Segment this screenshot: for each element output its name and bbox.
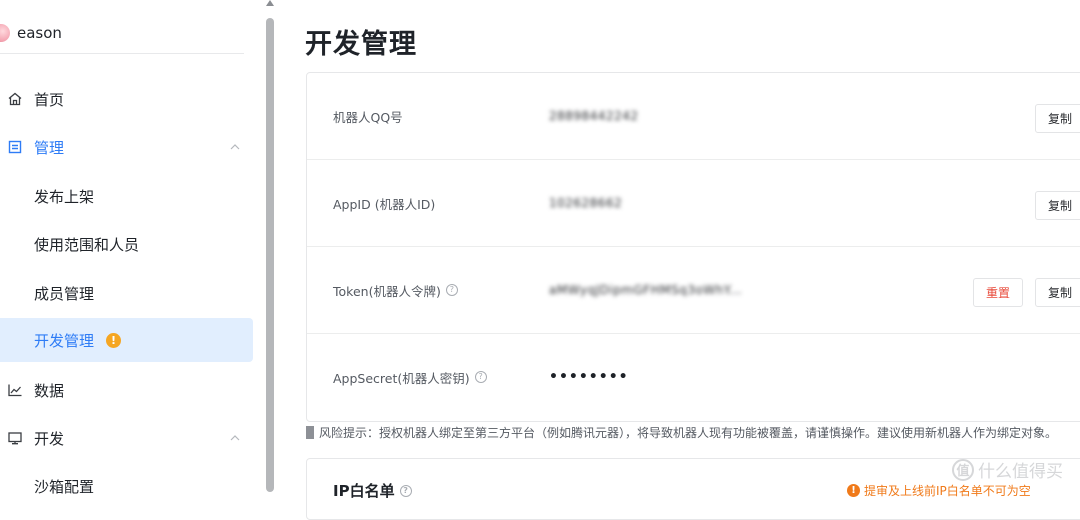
sidebar-item-dev-manage[interactable]: 开发管理 ! (0, 318, 253, 362)
sidebar-divider (0, 53, 244, 54)
ip-whitelist-title: IP白名单 ? (333, 480, 412, 501)
sidebar-item-develop[interactable]: 开发 (0, 416, 253, 460)
credential-value-masked: •••••••• (549, 369, 629, 385)
scroll-up-arrow-icon[interactable] (266, 0, 274, 6)
tip-bar-icon (306, 426, 314, 439)
copy-button[interactable]: 复制 (1035, 191, 1080, 220)
sidebar-item-home[interactable]: 首页 (0, 77, 253, 121)
credential-value: aMWyqJDipmGFHMSq3oWhY... (549, 283, 743, 297)
sidebar-item-label: 使用范围和人员 (34, 235, 140, 254)
credential-value: 28898442242 (549, 109, 639, 123)
credential-label: AppSecret(机器人密钥) ? (333, 334, 487, 420)
watermark-logo-icon: 值 (952, 458, 974, 481)
sidebar-item-label: 数据 (34, 381, 65, 400)
credential-label: Token(机器人令牌) ? (333, 247, 458, 333)
manage-icon (6, 138, 24, 156)
sidebar-item-sandbox[interactable]: 沙箱配置 (0, 464, 253, 508)
avatar[interactable] (0, 24, 10, 42)
sidebar-item-label: 首页 (34, 90, 65, 109)
sidebar-item-scope[interactable]: 使用范围和人员 (0, 222, 253, 266)
chart-icon (6, 381, 24, 399)
watermark-text: 什么值得买 (978, 462, 1063, 482)
credential-label: 机器人QQ号 (333, 109, 403, 125)
credential-row-appid: AppID (机器人ID) 102628662 复制 (307, 160, 1080, 246)
watermark: 值 什么值得买 (952, 457, 1063, 482)
credential-label: AppID (机器人ID) (333, 196, 436, 212)
credential-value: 102628662 (549, 196, 623, 210)
sidebar-item-label: 开发管理 (34, 331, 95, 350)
sidebar-item-publish[interactable]: 发布上架 (0, 174, 253, 218)
user-name[interactable]: eason (17, 24, 62, 42)
monitor-icon (6, 429, 24, 447)
sidebar-item-label: 成员管理 (34, 284, 95, 303)
sidebar-item-label: 沙箱配置 (34, 477, 95, 496)
help-icon[interactable]: ? (445, 284, 458, 296)
sidebar-item-members[interactable]: 成员管理 (0, 271, 253, 315)
ip-whitelist-note: ! 提审及上线前IP白名单不可为空 (847, 482, 1031, 499)
chevron-up-icon[interactable] (229, 141, 241, 153)
risk-tip: 风险提示：授权机器人绑定至第三方平台（例如腾讯元器），将导致机器人现有功能被覆盖… (306, 424, 1057, 441)
sidebar-item-label: 发布上架 (34, 187, 95, 206)
warning-icon: ! (106, 332, 121, 348)
chevron-up-icon[interactable] (229, 432, 241, 444)
home-icon (6, 90, 24, 108)
sidebar-item-label: 开发 (34, 429, 65, 448)
risk-tip-text: 风险提示：授权机器人绑定至第三方平台（例如腾讯元器），将导致机器人现有功能被覆盖… (319, 426, 1058, 440)
credential-row-qq: 机器人QQ号 28898442242 复制 (307, 73, 1080, 159)
help-icon[interactable]: ? (399, 484, 412, 497)
sidebar-item-data[interactable]: 数据 (0, 368, 253, 412)
credentials-card: 机器人QQ号 28898442242 复制 AppID (机器人ID) 1026… (306, 72, 1080, 422)
sidebar-item-manage[interactable]: 管理 (0, 125, 253, 169)
copy-button[interactable]: 复制 (1035, 278, 1080, 307)
copy-button[interactable]: 复制 (1035, 104, 1080, 133)
warning-icon: ! (847, 484, 860, 497)
reset-button[interactable]: 重置 (973, 278, 1024, 307)
page-title: 开发管理 (305, 29, 417, 60)
scrollbar-thumb[interactable] (266, 18, 274, 492)
help-icon[interactable]: ? (474, 371, 487, 383)
credential-row-appsecret: AppSecret(机器人密钥) ? •••••••• (307, 334, 1080, 420)
credential-row-token: Token(机器人令牌) ? aMWyqJDipmGFHMSq3oWhY... … (307, 247, 1080, 333)
sidebar-item-label: 管理 (34, 138, 65, 157)
sidebar: eason 首页 管理 发布上架 使用范围和人员 成员管理 开发管理 ! 数据 (0, 0, 262, 496)
